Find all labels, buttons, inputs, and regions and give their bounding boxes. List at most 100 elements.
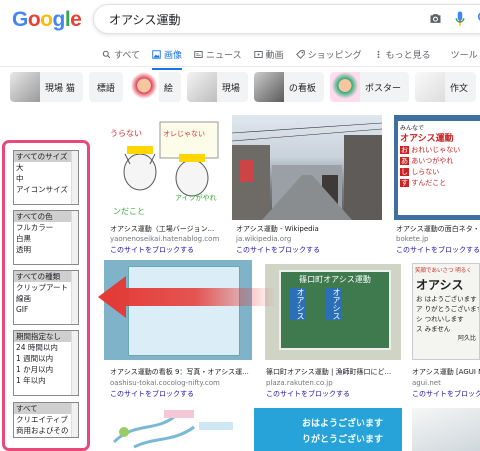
chip[interactable]: の看板: [253, 72, 324, 102]
chip[interactable]: 標語: [88, 72, 123, 102]
sign-text: 阿久比: [457, 335, 476, 342]
mindmap-image: [112, 410, 233, 449]
chip[interactable]: 作文: [414, 72, 476, 102]
filter-option[interactable]: 透明: [14, 244, 78, 255]
block-site-link[interactable]: このサイトをブロックする: [412, 390, 480, 399]
sign-text: おはようございます: [302, 419, 384, 429]
sign-text: シ つれいします: [416, 315, 464, 323]
block-site-link[interactable]: このサイトをブロックする: [266, 390, 404, 399]
license-filter[interactable]: すべて クリエイティブ 商用およびその: [13, 402, 79, 438]
oasis-sign: みんなで オアシス運動 お おれいじゃない あ あいつがやれ し しらない す …: [398, 121, 480, 215]
block-site-link[interactable]: このサイトをブロックする: [110, 390, 258, 399]
block-site-link[interactable]: このサイトをブロックする: [396, 246, 480, 255]
header-divider: [0, 66, 480, 67]
type-filter[interactable]: すべての種類 クリップアート 線画 GIF: [13, 270, 79, 325]
filter-option[interactable]: クリエイティブ: [14, 414, 78, 425]
tab-news[interactable]: ニュース: [194, 44, 242, 64]
filter-option[interactable]: 24 時間以内: [14, 342, 78, 353]
logo-letter: g: [52, 8, 66, 31]
green-sign: 篠口町オアシス運動 オアシス オアシス: [279, 270, 391, 350]
result-image[interactable]: [104, 402, 244, 451]
result-title[interactable]: オアシス運動の看板 9：写真・オアシス運...: [110, 368, 258, 377]
filter-option[interactable]: 商用およびその: [14, 425, 78, 436]
result-image[interactable]: 篠口町オアシス運動 オアシス オアシス: [265, 264, 401, 360]
result-image[interactable]: [412, 408, 480, 451]
sign-text: しらない: [411, 168, 440, 176]
result-title[interactable]: オアシス運動（工場バージョン...: [110, 225, 228, 234]
block-site-link[interactable]: このサイトをブロックする: [110, 246, 228, 255]
red-arrow-annotation: [98, 276, 276, 318]
filter-option[interactable]: 1 か月以内: [14, 364, 78, 375]
search-input[interactable]: オアシス運動: [109, 11, 181, 28]
result-source: ja.wikipedia.org: [236, 235, 292, 243]
chip[interactable]: 現場 猫: [10, 72, 83, 102]
image-icon: [152, 49, 161, 59]
google-logo[interactable]: Google: [12, 8, 82, 32]
filter-option[interactable]: すべての種類: [14, 271, 78, 282]
result-image[interactable]: [232, 115, 382, 220]
result-title[interactable]: 篠口町オアシス運動 | 漁師町篠口にど...: [266, 368, 404, 377]
filter-option[interactable]: 白黒: [14, 233, 78, 244]
tab-label: もっと見る: [385, 50, 431, 61]
sign-text: 笑顔であいさつ 明るく: [415, 268, 472, 274]
more-icon: [377, 50, 380, 58]
filter-option[interactable]: 期間指定なし: [14, 331, 78, 342]
filter-option[interactable]: 大: [14, 162, 78, 173]
tab-label: すべて: [114, 50, 141, 61]
result-title[interactable]: オアシス運動 [AGUI N...: [412, 368, 480, 377]
tab-more[interactable]: もっと見る: [374, 44, 431, 64]
scrollbar[interactable]: [71, 403, 78, 437]
filter-option[interactable]: フルカラー: [14, 222, 78, 233]
scrollbar[interactable]: [71, 271, 78, 324]
chip[interactable]: 絵: [128, 72, 181, 102]
filter-option[interactable]: 中: [14, 173, 78, 184]
camera-icon[interactable]: [428, 11, 443, 26]
filter-option[interactable]: 線画: [14, 293, 78, 304]
result-title[interactable]: オアシス運動 - Wikipedia: [236, 225, 384, 234]
sign-text: ア りがとうございます: [416, 305, 480, 313]
result-image[interactable]: 笑顔であいさつ 明るく オアシス お はようございます ア りがとうございます …: [412, 263, 480, 360]
filter-option[interactable]: 1 週間以内: [14, 353, 78, 364]
chip-thumbnail: [10, 72, 40, 102]
search-icon[interactable]: [476, 10, 480, 26]
filter-option[interactable]: クリップアート: [14, 282, 78, 293]
sign-line: す すんだこと: [400, 178, 478, 189]
tab-videos[interactable]: 動画: [253, 44, 284, 64]
tab-shopping[interactable]: ショッピング: [295, 44, 362, 64]
tab-images[interactable]: 画像: [152, 44, 183, 70]
result-title[interactable]: オアシス運動の面白ネタ・...: [396, 225, 480, 234]
color-filter[interactable]: すべての色 フルカラー 白黒 透明: [13, 210, 79, 265]
filter-option[interactable]: すべての色: [14, 211, 78, 222]
scrollbar[interactable]: [71, 151, 78, 204]
mic-icon[interactable]: [454, 10, 466, 28]
result-image[interactable]: おはようございます りがとうございます: [254, 408, 402, 451]
search-filter-panel: すべてのサイズ 大 中 アイコンサイズ すべての色 フルカラー 白黒 透明 すべ…: [2, 140, 90, 451]
search-box[interactable]: オアシス運動: [93, 4, 480, 34]
sign-text: りがとうございます: [302, 435, 384, 445]
scrollbar[interactable]: [71, 211, 78, 264]
chip[interactable]: ポスター: [329, 72, 409, 102]
filter-option[interactable]: 1 年以内: [14, 375, 78, 386]
scrollbar[interactable]: [71, 331, 78, 395]
filter-option[interactable]: すべて: [14, 403, 78, 414]
tab-tools[interactable]: ツール: [451, 44, 478, 64]
size-filter[interactable]: すべてのサイズ 大 中 アイコンサイズ: [13, 150, 79, 205]
tab-label: ツール: [450, 50, 478, 61]
result-image[interactable]: みんなで オアシス運動 お おれいじゃない あ あいつがやれ し しらない す …: [394, 115, 480, 220]
chip-label: ポスター: [364, 83, 401, 94]
result-image[interactable]: うらない オレじゃない アイツがやれ ンだこと: [105, 112, 223, 220]
sign-text: お: [400, 146, 409, 154]
chip-label: 現場: [221, 83, 240, 94]
filter-option[interactable]: GIF: [14, 304, 78, 315]
block-site-link[interactable]: このサイトをブロックする: [236, 246, 384, 255]
logo-letter: e: [70, 8, 82, 31]
filter-option[interactable]: すべてのサイズ: [14, 151, 78, 162]
filter-option[interactable]: アイコンサイズ: [14, 184, 78, 195]
chip[interactable]: 現場: [186, 72, 248, 102]
chip-label: 絵: [163, 83, 173, 94]
sign-line: あ あいつがやれ: [400, 156, 478, 167]
result-source: yaonenoseikai.hatenablog.com: [110, 235, 220, 243]
time-filter[interactable]: 期間指定なし 24 時間以内 1 週間以内 1 か月以内 1 年以内: [13, 330, 79, 396]
tab-all[interactable]: すべて: [102, 44, 140, 64]
sign-text: し: [400, 168, 409, 176]
